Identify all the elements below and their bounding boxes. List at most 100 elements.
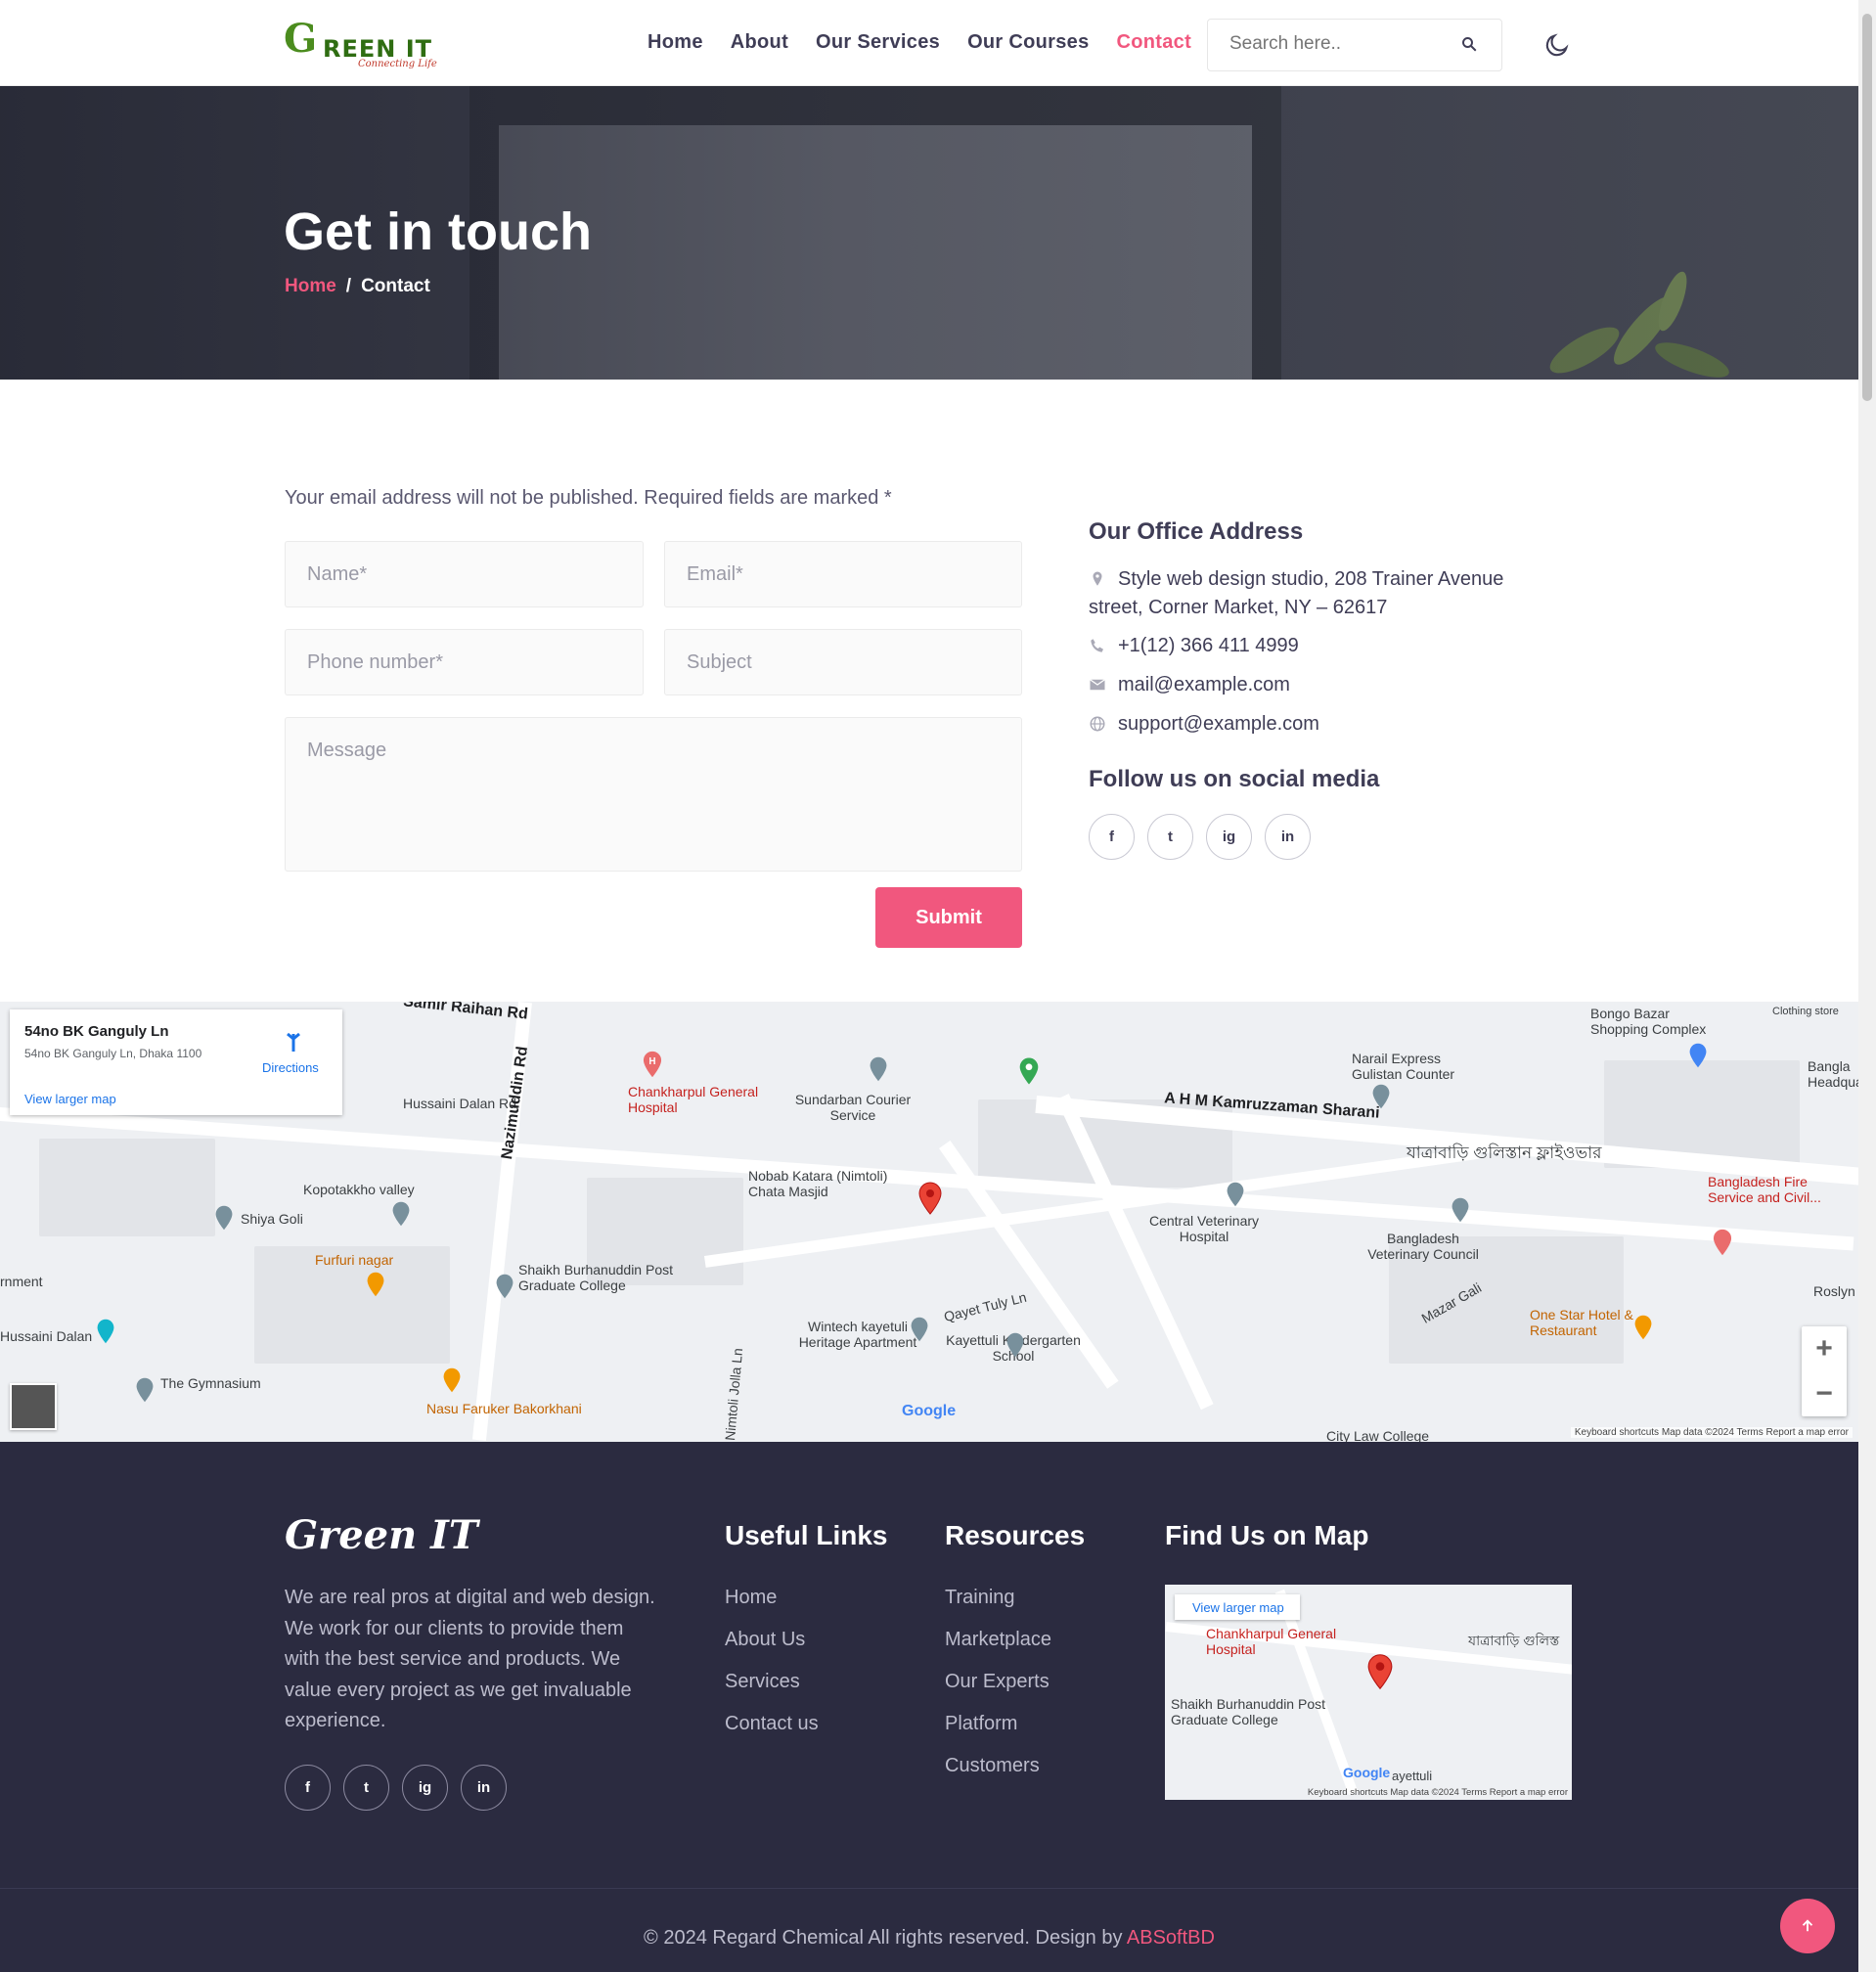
map-poi-gray-icon[interactable]	[1371, 1084, 1391, 1109]
resource-link-marketplace[interactable]: Marketplace	[945, 1629, 1051, 1671]
map-label-sundarban: Sundarban Courier Service	[794, 1092, 912, 1123]
map-attribution[interactable]: Keyboard shortcuts Map data ©2024 Terms …	[1570, 1427, 1853, 1438]
map-poi-teal-icon[interactable]	[96, 1319, 115, 1344]
map-label-kopotakkho: Kopotakkho valley	[303, 1182, 415, 1197]
logo-tagline: Connecting Life	[358, 59, 437, 69]
find-us-title: Find Us on Map	[1165, 1520, 1369, 1550]
subject-field[interactable]	[664, 629, 1022, 695]
mini-map-link[interactable]: View larger map	[1192, 1600, 1284, 1615]
restaurant-icon[interactable]	[366, 1272, 385, 1297]
mini-map-google-logo: Google	[1343, 1765, 1391, 1780]
footer-link-contact[interactable]: Contact us	[725, 1713, 819, 1755]
embedded-map[interactable]: Samir Raihan Rd Hussaini Dalan Rd Nazimu…	[0, 1002, 1858, 1442]
office-title: Our Office Address	[1089, 518, 1304, 545]
zoom-out-button[interactable]: −	[1802, 1371, 1847, 1416]
nav-our-courses[interactable]: Our Courses	[967, 31, 1089, 54]
map-poi-gray-icon[interactable]	[1451, 1197, 1470, 1223]
school-icon[interactable]	[495, 1274, 514, 1299]
map-label-bangla-hq: Bangla Headquar	[1808, 1058, 1858, 1090]
search-input[interactable]	[1229, 33, 1454, 55]
instagram-icon[interactable]: ig	[402, 1765, 448, 1811]
google-logo: Google	[902, 1403, 957, 1419]
footer-mini-map[interactable]: View larger map Chankharpul General Hosp…	[1165, 1585, 1572, 1800]
satellite-toggle[interactable]	[10, 1383, 57, 1430]
breadcrumb-current: Contact	[361, 276, 430, 296]
facebook-icon[interactable]: f	[285, 1765, 331, 1811]
resource-link-experts[interactable]: Our Experts	[945, 1671, 1051, 1713]
name-field[interactable]	[285, 541, 644, 607]
phone-icon	[1091, 639, 1103, 652]
footer-link-about[interactable]: About Us	[725, 1629, 819, 1671]
mini-map-pin-icon[interactable]	[1366, 1653, 1394, 1690]
designer-link[interactable]: ABSoftBD	[1127, 1927, 1215, 1949]
map-label-jolla: Nimtoli Jolla Ln	[722, 1347, 746, 1442]
resources-list: Training Marketplace Our Experts Platfor…	[945, 1587, 1051, 1797]
location-pin-icon	[1093, 571, 1102, 586]
map-poi-gray-icon[interactable]	[135, 1377, 155, 1403]
nav-home[interactable]: Home	[648, 31, 703, 54]
office-phone[interactable]: +1(12) 366 411 4999	[1089, 632, 1299, 660]
fire-station-icon[interactable]	[1712, 1229, 1733, 1256]
office-support[interactable]: support@example.com	[1089, 710, 1319, 739]
school-icon[interactable]	[1005, 1332, 1025, 1358]
message-field[interactable]	[285, 717, 1022, 872]
page-scrollbar[interactable]	[1858, 0, 1876, 1972]
map-card-title: 54no BK Ganguly Ln	[24, 1023, 169, 1040]
breadcrumb-home[interactable]: Home	[285, 276, 336, 296]
footer-link-home[interactable]: Home	[725, 1587, 819, 1629]
restaurant-icon[interactable]	[1633, 1315, 1653, 1340]
map-poi-gray-icon[interactable]	[214, 1205, 234, 1231]
directions-icon[interactable]	[282, 1031, 305, 1054]
phone-number: +1(12) 366 411 4999	[1118, 635, 1299, 656]
footer-link-services[interactable]: Services	[725, 1671, 819, 1713]
twitter-icon[interactable]: t	[1147, 814, 1193, 860]
nav-about[interactable]: About	[731, 31, 788, 54]
twitter-icon[interactable]: t	[343, 1765, 389, 1811]
map-label-furfuri: Furfuri nagar	[315, 1252, 394, 1268]
office-email[interactable]: mail@example.com	[1089, 671, 1290, 699]
instagram-icon[interactable]: ig	[1206, 814, 1252, 860]
footer-social-links: f t ig in	[285, 1765, 507, 1811]
zoom-in-button[interactable]: +	[1802, 1326, 1847, 1371]
map-label-raihan: Samir Raihan Rd	[402, 1002, 529, 1023]
map-label-central-vet: Central Veterinary Hospital	[1148, 1213, 1260, 1244]
restaurant-icon[interactable]	[442, 1367, 462, 1393]
hospital-icon[interactable]: H	[642, 1051, 663, 1078]
linkedin-icon[interactable]: in	[1265, 814, 1311, 860]
map-poi-green-icon[interactable]	[1018, 1056, 1040, 1086]
map-poi-gray-icon[interactable]	[910, 1317, 929, 1342]
scrollbar-thumb[interactable]	[1862, 14, 1872, 401]
linkedin-icon[interactable]: in	[461, 1765, 507, 1811]
moon-icon[interactable]	[1543, 31, 1571, 59]
view-larger-map-link[interactable]: View larger map	[24, 1092, 116, 1106]
map-poi-gray-icon[interactable]	[869, 1056, 888, 1082]
nav-contact[interactable]: Contact	[1117, 31, 1192, 54]
search-box	[1207, 19, 1502, 71]
directions-link[interactable]: Directions	[262, 1060, 319, 1075]
mini-map-label-flyover: যাত্রাবাড়ি গুলিস্ত	[1468, 1633, 1560, 1648]
search-icon[interactable]	[1460, 35, 1478, 53]
email-address: mail@example.com	[1118, 674, 1290, 695]
page-title: Get in touch	[284, 202, 592, 261]
submit-button[interactable]: Submit	[875, 887, 1022, 948]
mini-map-attribution[interactable]: Keyboard shortcuts Map data ©2024 Terms …	[1308, 1787, 1568, 1798]
phone-field[interactable]	[285, 629, 644, 695]
mini-map-label-shaikh: Shaikh Burhanuddin Post Graduate College	[1171, 1696, 1325, 1727]
globe-icon	[1090, 716, 1105, 732]
site-logo[interactable]: G REEN IT Connecting Life	[284, 16, 450, 74]
resource-link-customers[interactable]: Customers	[945, 1755, 1051, 1797]
email-field[interactable]	[664, 541, 1022, 607]
envelope-icon	[1090, 679, 1105, 691]
map-location-pin-icon[interactable]	[917, 1182, 943, 1215]
resource-link-platform[interactable]: Platform	[945, 1713, 1051, 1755]
back-to-top-button[interactable]	[1780, 1899, 1835, 1953]
map-label-gymnasium: The Gymnasium	[160, 1375, 261, 1391]
map-poi-gray-icon[interactable]	[1226, 1182, 1245, 1207]
shopping-icon[interactable]	[1688, 1043, 1708, 1068]
map-label-city-law: City Law College	[1326, 1428, 1430, 1442]
nav-our-services[interactable]: Our Services	[816, 31, 940, 54]
copyright-text: © 2024 Regard Chemical All rights reserv…	[644, 1927, 1123, 1949]
facebook-icon[interactable]: f	[1089, 814, 1135, 860]
map-poi-gray-icon[interactable]	[391, 1201, 411, 1227]
resource-link-training[interactable]: Training	[945, 1587, 1051, 1629]
